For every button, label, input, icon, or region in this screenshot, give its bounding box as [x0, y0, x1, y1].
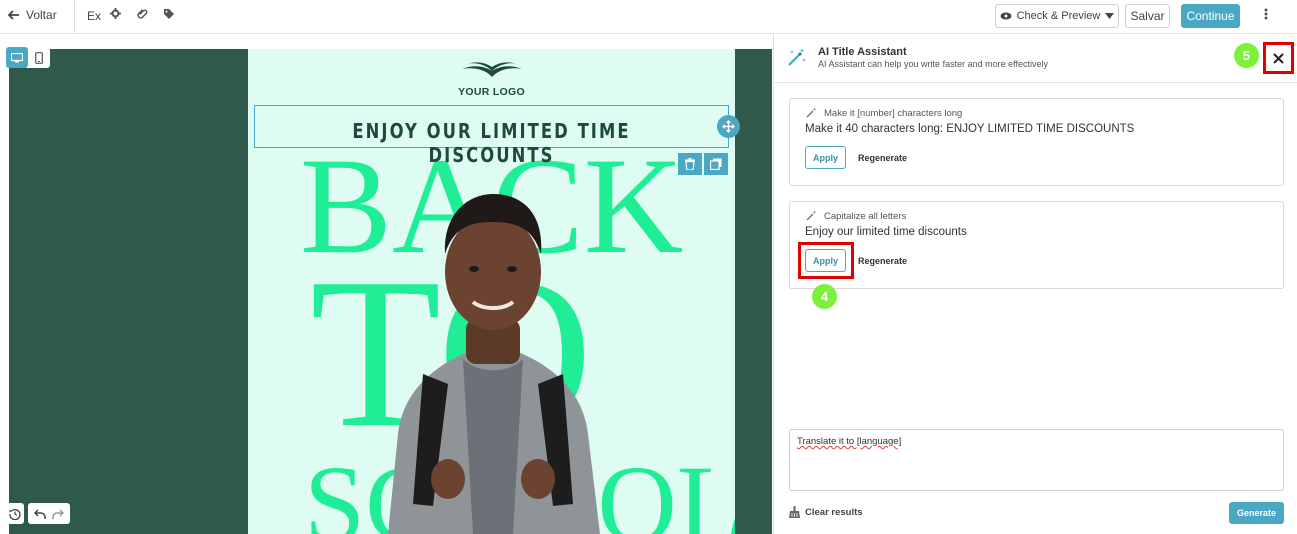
prompt-input[interactable]: Translate it to [language] [789, 429, 1284, 491]
suggestion-2-text: Enjoy our limited time discounts [805, 226, 967, 238]
check-preview-label: Check & Preview [1016, 10, 1101, 22]
logo: YOUR LOGO [248, 61, 735, 98]
close-panel-button[interactable] [1263, 42, 1294, 74]
check-preview-button[interactable]: Check & Preview [995, 4, 1119, 28]
magic-wand-small-icon [806, 107, 817, 118]
clear-results-label: Clear results [805, 506, 863, 518]
step-badge-5: 5 [1234, 43, 1259, 68]
delete-block-icon[interactable] [678, 153, 702, 175]
settings-gear-icon[interactable] [110, 8, 121, 22]
apply-button-1[interactable]: Apply [805, 146, 846, 169]
step-badge-4: 4 [812, 284, 837, 309]
undo-redo-group [28, 503, 70, 524]
panel-header: AI Title Assistant AI Assistant can help… [774, 34, 1297, 83]
toolbar-divider [74, 0, 75, 34]
regenerate-button-1[interactable]: Regenerate [858, 153, 907, 163]
email-name: Ex [87, 9, 102, 23]
top-toolbar: Voltar Ex Check & Preview Salvar Continu… [0, 0, 1297, 34]
email-heading[interactable]: ENJOY OUR LIMITED TIME DISCOUNTS [292, 119, 691, 167]
prompt-text: Translate it to [language] [797, 436, 902, 447]
back-button[interactable]: Voltar [8, 8, 57, 22]
caret-down-icon [1105, 13, 1115, 19]
broom-icon [789, 506, 800, 518]
continue-button[interactable]: Continue [1181, 4, 1240, 28]
apply-highlight-box [798, 242, 854, 279]
more-options-icon[interactable] [1258, 7, 1274, 27]
magic-wand-small-icon [806, 210, 817, 221]
email-preview: YOUR LOGO BACK TO SCHOOL ENJOY OUR LIMIT… [248, 49, 735, 534]
save-button[interactable]: Salvar [1125, 4, 1170, 28]
duplicate-block-icon[interactable] [704, 153, 728, 175]
mobile-view-icon[interactable] [28, 47, 50, 68]
regenerate-button-2[interactable]: Regenerate [858, 256, 907, 266]
desktop-view-icon[interactable] [6, 47, 28, 68]
logo-text: YOUR LOGO [458, 86, 525, 98]
arrow-left-icon [8, 10, 19, 20]
generate-button[interactable]: Generate [1229, 502, 1284, 524]
boy-photo [388, 194, 600, 534]
panel-subtitle: AI Assistant can help you write faster a… [818, 59, 1048, 69]
history-icon[interactable] [5, 503, 24, 524]
clear-results-button[interactable]: Clear results [789, 506, 863, 518]
suggestion-1-text: Make it 40 characters long: ENJOY LIMITE… [805, 123, 1135, 135]
device-switcher [6, 47, 50, 68]
suggestion-card-2: Capitalize all letters Enjoy our limited… [789, 201, 1284, 289]
suggestion-card-1: Make it [number] characters long Make it… [789, 98, 1284, 186]
magic-wand-icon [788, 48, 806, 66]
ai-assistant-panel: AI Title Assistant AI Assistant can help… [773, 34, 1297, 534]
tags-icon[interactable] [163, 8, 175, 22]
back-label: Voltar [26, 8, 57, 22]
eye-icon [1000, 12, 1012, 20]
move-handle-icon[interactable] [717, 115, 740, 138]
paperclip-icon[interactable] [137, 8, 148, 22]
suggestion-1-label: Make it [number] characters long [824, 108, 963, 119]
undo-icon[interactable] [34, 508, 46, 519]
panel-title: AI Title Assistant [818, 46, 907, 58]
history-toolbar [5, 503, 70, 524]
suggestion-2-label: Capitalize all letters [824, 211, 907, 222]
open-book-icon [461, 62, 522, 77]
redo-icon[interactable] [52, 508, 64, 519]
close-icon [1273, 52, 1284, 64]
